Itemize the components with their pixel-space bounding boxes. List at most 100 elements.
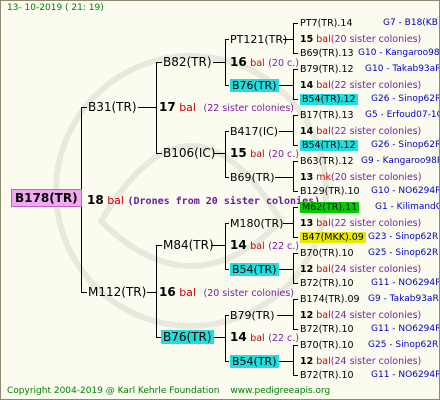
connector bbox=[293, 253, 298, 254]
queen-b54-a[interactable]: B54(TR) bbox=[230, 263, 279, 276]
gen4-ref: G25 - Sinop62R bbox=[368, 248, 439, 258]
note: (20 sister colonies) bbox=[330, 34, 422, 45]
num: 12 bbox=[300, 356, 314, 367]
connector bbox=[293, 23, 298, 24]
gen4-row[interactable]: B129(TR).10 bbox=[300, 185, 360, 198]
connector bbox=[293, 345, 294, 376]
connector bbox=[225, 131, 229, 132]
root-queen-id[interactable]: B178(TR) bbox=[11, 189, 82, 207]
id[interactable]: B72(TR).10 bbox=[300, 324, 354, 335]
id[interactable]: B70(TR).10 bbox=[300, 248, 354, 259]
connector bbox=[225, 315, 229, 316]
queen-m112[interactable]: M112(TR) bbox=[88, 286, 146, 299]
connector bbox=[293, 99, 298, 100]
id[interactable]: PT7(TR).14 bbox=[300, 18, 353, 29]
bal: bal bbox=[316, 264, 331, 275]
gen4-row[interactable]: B72(TR).10 bbox=[300, 323, 354, 336]
gen4-row[interactable]: B54(TR).12 bbox=[300, 93, 358, 106]
gen4-ref: G26 - Sinop62R bbox=[371, 140, 440, 150]
id[interactable]: B69(TR).13 bbox=[300, 48, 354, 59]
gen4-row[interactable]: B79(TR).12 bbox=[300, 63, 354, 76]
gen4-ref: G11 - NO6294R bbox=[371, 324, 440, 334]
gen4-row[interactable]: B72(TR).10 bbox=[300, 277, 354, 290]
num: 14 bbox=[300, 126, 314, 137]
num: 16 bbox=[159, 285, 176, 299]
gen4-mating: 14 bal(22 sister colonies) bbox=[300, 79, 421, 92]
mating-info-b31: 17 bal (22 sister colonies) bbox=[159, 101, 294, 115]
queen-b69[interactable]: B69(TR) bbox=[230, 171, 275, 184]
queen-b79[interactable]: B79(TR) bbox=[230, 309, 275, 322]
gen4-row[interactable]: M62(TR).11 bbox=[300, 201, 360, 214]
connector bbox=[293, 191, 298, 192]
connector bbox=[225, 315, 226, 362]
connector bbox=[283, 223, 293, 224]
id[interactable]: B79(TR).12 bbox=[300, 64, 354, 75]
queen-b82[interactable]: B82(TR) bbox=[163, 56, 212, 69]
connector bbox=[214, 153, 225, 154]
bal: bal bbox=[179, 101, 196, 114]
id[interactable]: M62(TR).11 bbox=[300, 202, 360, 213]
id[interactable]: B17(TR).13 bbox=[300, 110, 354, 121]
gen4-ref: G26 - Sinop62R bbox=[371, 94, 440, 104]
gen4-row[interactable]: B63(TR).12 bbox=[300, 155, 354, 168]
queen-b54-b[interactable]: B54(TR) bbox=[230, 355, 279, 368]
gen4-mating: 13 bal(22 sister colonies) bbox=[300, 217, 421, 230]
num: 14 bbox=[230, 238, 247, 252]
id[interactable]: B54(TR).12 bbox=[300, 94, 358, 105]
connector bbox=[81, 107, 87, 108]
connector bbox=[293, 253, 294, 284]
gen4-row[interactable]: PT7(TR).14 bbox=[300, 17, 353, 30]
bal: bal bbox=[250, 149, 265, 160]
gen4-ref: G10 - Kangaroo98R bbox=[358, 48, 440, 58]
gen4-row[interactable]: B47(MKK).09 bbox=[300, 231, 366, 244]
id[interactable]: B76(TR) bbox=[230, 79, 279, 92]
num: 14 bbox=[300, 80, 314, 91]
queen-b76-id[interactable]: B76(TR) bbox=[161, 330, 214, 344]
queen-b76-g3[interactable]: B76(TR) bbox=[230, 79, 279, 92]
root-queen[interactable]: B178(TR) bbox=[11, 189, 82, 207]
connector bbox=[293, 345, 298, 346]
gen4-row[interactable]: B69(TR).13 bbox=[300, 47, 354, 60]
id[interactable]: B54(TR) bbox=[230, 263, 279, 276]
note: (22 sister colonies) bbox=[203, 103, 294, 114]
connector bbox=[138, 107, 156, 108]
gen4-row[interactable]: B70(TR).10 bbox=[300, 247, 354, 260]
gen4-row[interactable]: B17(TR).13 bbox=[300, 109, 354, 122]
root-note: (Drones from 20 sister colonies) bbox=[127, 196, 321, 207]
site-link[interactable]: www.pedigreeapis.org bbox=[230, 386, 330, 396]
id[interactable]: B54(TR) bbox=[230, 355, 279, 368]
copyright-text: Copyright 2004-2019 @ Karl Kehrle Founda… bbox=[7, 385, 330, 398]
connector bbox=[156, 62, 157, 154]
note: (22 sister colonies) bbox=[330, 218, 422, 229]
id[interactable]: B129(TR).10 bbox=[300, 186, 360, 197]
queen-b106[interactable]: B106(IC) bbox=[163, 147, 215, 160]
num: 12 bbox=[300, 264, 314, 275]
queen-pt121[interactable]: PT121(TR) bbox=[230, 33, 287, 46]
id[interactable]: B54(TR).12 bbox=[300, 140, 358, 151]
pedigree-panel: 13- 10-2019 ( 21: 19) B178(TR) 18 bal (D… bbox=[0, 0, 440, 400]
id[interactable]: B72(TR).10 bbox=[300, 278, 354, 289]
note: (20 sister colonies) bbox=[331, 172, 422, 183]
id[interactable]: B174(TR).09 bbox=[300, 294, 360, 305]
gen4-row[interactable]: B54(TR).12 bbox=[300, 139, 358, 152]
id[interactable]: B63(TR).12 bbox=[300, 156, 354, 167]
queen-b76[interactable]: B76(TR) bbox=[161, 330, 214, 344]
queen-m180[interactable]: M180(TR) bbox=[230, 217, 283, 230]
bal: bal bbox=[316, 34, 331, 45]
id[interactable]: B72(TR).10 bbox=[300, 370, 354, 381]
queen-b31[interactable]: B31(TR) bbox=[88, 101, 137, 114]
connector bbox=[293, 23, 294, 54]
gen4-row[interactable]: B70(TR).10 bbox=[300, 339, 354, 352]
gen4-row[interactable]: B72(TR).10 bbox=[300, 369, 354, 382]
queen-m84[interactable]: M84(TR) bbox=[163, 239, 214, 252]
gen4-mating: 13 mk(20 sister colonies) bbox=[300, 171, 422, 184]
gen4-ref: G11 - NO6294R bbox=[371, 278, 440, 288]
id[interactable]: B47(MKK).09 bbox=[300, 232, 366, 243]
gen4-ref: G7 - B18(KB) bbox=[383, 18, 440, 28]
id[interactable]: B70(TR).10 bbox=[300, 340, 354, 351]
bal: bal bbox=[316, 356, 331, 367]
mating-info-m112: 16 bal (20 sister colonies) bbox=[159, 286, 294, 300]
queen-b417[interactable]: B417(IC) bbox=[230, 125, 278, 138]
gen4-row[interactable]: B174(TR).09 bbox=[300, 293, 360, 306]
connector bbox=[156, 153, 162, 154]
